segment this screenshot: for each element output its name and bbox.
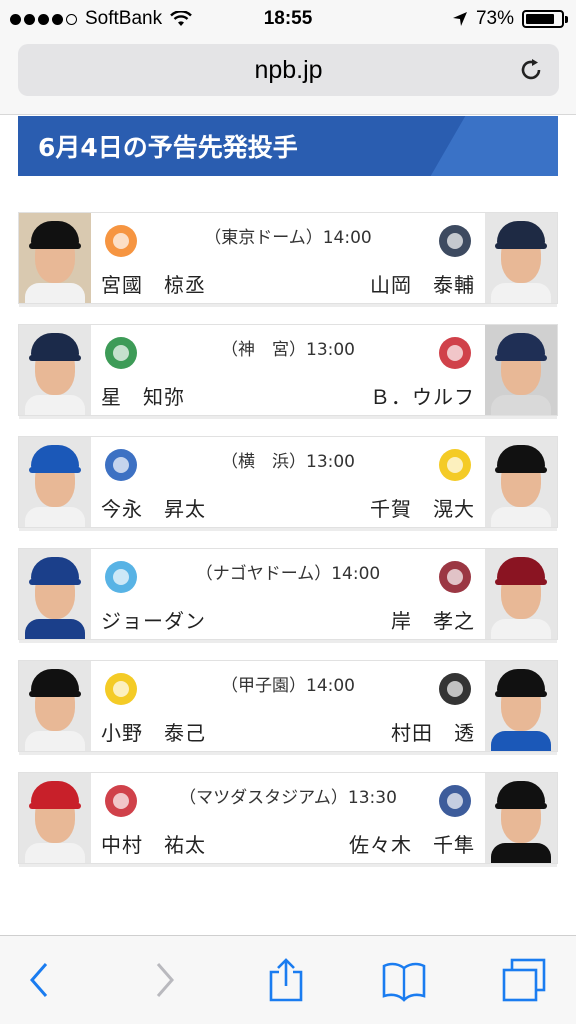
- home-pitcher-name: 小野 泰己: [101, 721, 206, 745]
- away-pitcher-name: 佐々木 千隼: [349, 833, 475, 857]
- share-icon[interactable]: [262, 958, 310, 1002]
- url-text[interactable]: npb.jp: [18, 56, 559, 85]
- status-bar: SoftBank 18:55 73%: [0, 0, 576, 38]
- lions-logo: [439, 337, 471, 369]
- carp-logo: [105, 785, 137, 817]
- venue-time: （甲子園）14:00: [221, 676, 355, 696]
- heading-decoration: [430, 116, 558, 176]
- away-pitcher-name: 村田 透: [391, 721, 475, 745]
- swallows-logo: [105, 337, 137, 369]
- home-pitcher-photo: [19, 325, 91, 415]
- game-card[interactable]: 中村 祐太 佐々木 千隼 （マツダスタジアム）13:30: [18, 772, 558, 867]
- tigers-logo: [105, 673, 137, 705]
- safari-toolbar: [0, 935, 576, 1024]
- away-pitcher-name: 岸 孝之: [391, 609, 475, 633]
- venue-time: （横 浜）13:00: [221, 452, 355, 472]
- page-title: 6月4日の予告先発投手: [38, 133, 298, 162]
- bookmarks-icon[interactable]: [380, 958, 428, 1002]
- home-pitcher-photo: [19, 437, 91, 527]
- home-pitcher-name: 中村 祐太: [101, 833, 206, 857]
- buffaloes-logo: [439, 225, 471, 257]
- reload-icon[interactable]: [517, 56, 545, 84]
- giants-logo: [105, 225, 137, 257]
- battery-percent: 73%: [475, 8, 514, 29]
- away-pitcher-name: 山岡 泰輔: [370, 273, 475, 297]
- venue-time: （ナゴヤドーム）14:00: [195, 564, 381, 584]
- game-card[interactable]: 小野 泰己 村田 透 （甲子園）14:00: [18, 660, 558, 755]
- eagles-logo: [439, 561, 471, 593]
- tabs-icon[interactable]: [500, 958, 548, 1002]
- away-pitcher-name: Ｂ．ウルフ: [370, 385, 475, 409]
- game-card[interactable]: ジョーダン 岸 孝之 （ナゴヤドーム）14:00: [18, 548, 558, 643]
- location-arrow-icon: [452, 12, 467, 26]
- address-bar[interactable]: npb.jp: [18, 44, 559, 96]
- home-pitcher-photo: [19, 549, 91, 639]
- away-pitcher-name: 千賀 滉大: [370, 497, 475, 521]
- away-pitcher-photo: [485, 773, 557, 863]
- back-icon[interactable]: [18, 958, 66, 1002]
- away-pitcher-photo: [485, 661, 557, 751]
- fighters-logo: [439, 673, 471, 705]
- game-card[interactable]: 今永 昇太 千賀 滉大 （横 浜）13:00: [18, 436, 558, 531]
- address-bar-area: npb.jp: [0, 38, 576, 115]
- away-pitcher-photo: [485, 549, 557, 639]
- venue-time: （マツダスタジアム）13:30: [179, 788, 397, 808]
- hawks-logo: [439, 449, 471, 481]
- marines-logo: [439, 785, 471, 817]
- game-card[interactable]: 宮國 椋丞 山岡 泰輔 （東京ドーム）14:00: [18, 212, 558, 307]
- home-pitcher-photo: [19, 773, 91, 863]
- forward-icon[interactable]: [140, 958, 188, 1002]
- away-pitcher-photo: [485, 213, 557, 303]
- home-pitcher-name: 星 知弥: [101, 385, 185, 409]
- battery-icon: [522, 10, 568, 28]
- away-pitcher-photo: [485, 325, 557, 415]
- home-pitcher-name: 宮國 椋丞: [101, 273, 206, 297]
- away-pitcher-photo: [485, 437, 557, 527]
- venue-time: （神 宮）13:00: [221, 340, 355, 360]
- home-pitcher-name: ジョーダン: [101, 609, 206, 633]
- home-pitcher-name: 今永 昇太: [101, 497, 206, 521]
- venue-time: （東京ドーム）14:00: [204, 228, 372, 248]
- baystars-logo: [105, 449, 137, 481]
- game-card[interactable]: 星 知弥 Ｂ．ウルフ （神 宮）13:00: [18, 324, 558, 419]
- status-right: 73%: [452, 8, 568, 30]
- home-pitcher-photo: [19, 213, 91, 303]
- page-heading: 6月4日の予告先発投手: [18, 116, 558, 176]
- home-pitcher-photo: [19, 661, 91, 751]
- dragons-logo: [105, 561, 137, 593]
